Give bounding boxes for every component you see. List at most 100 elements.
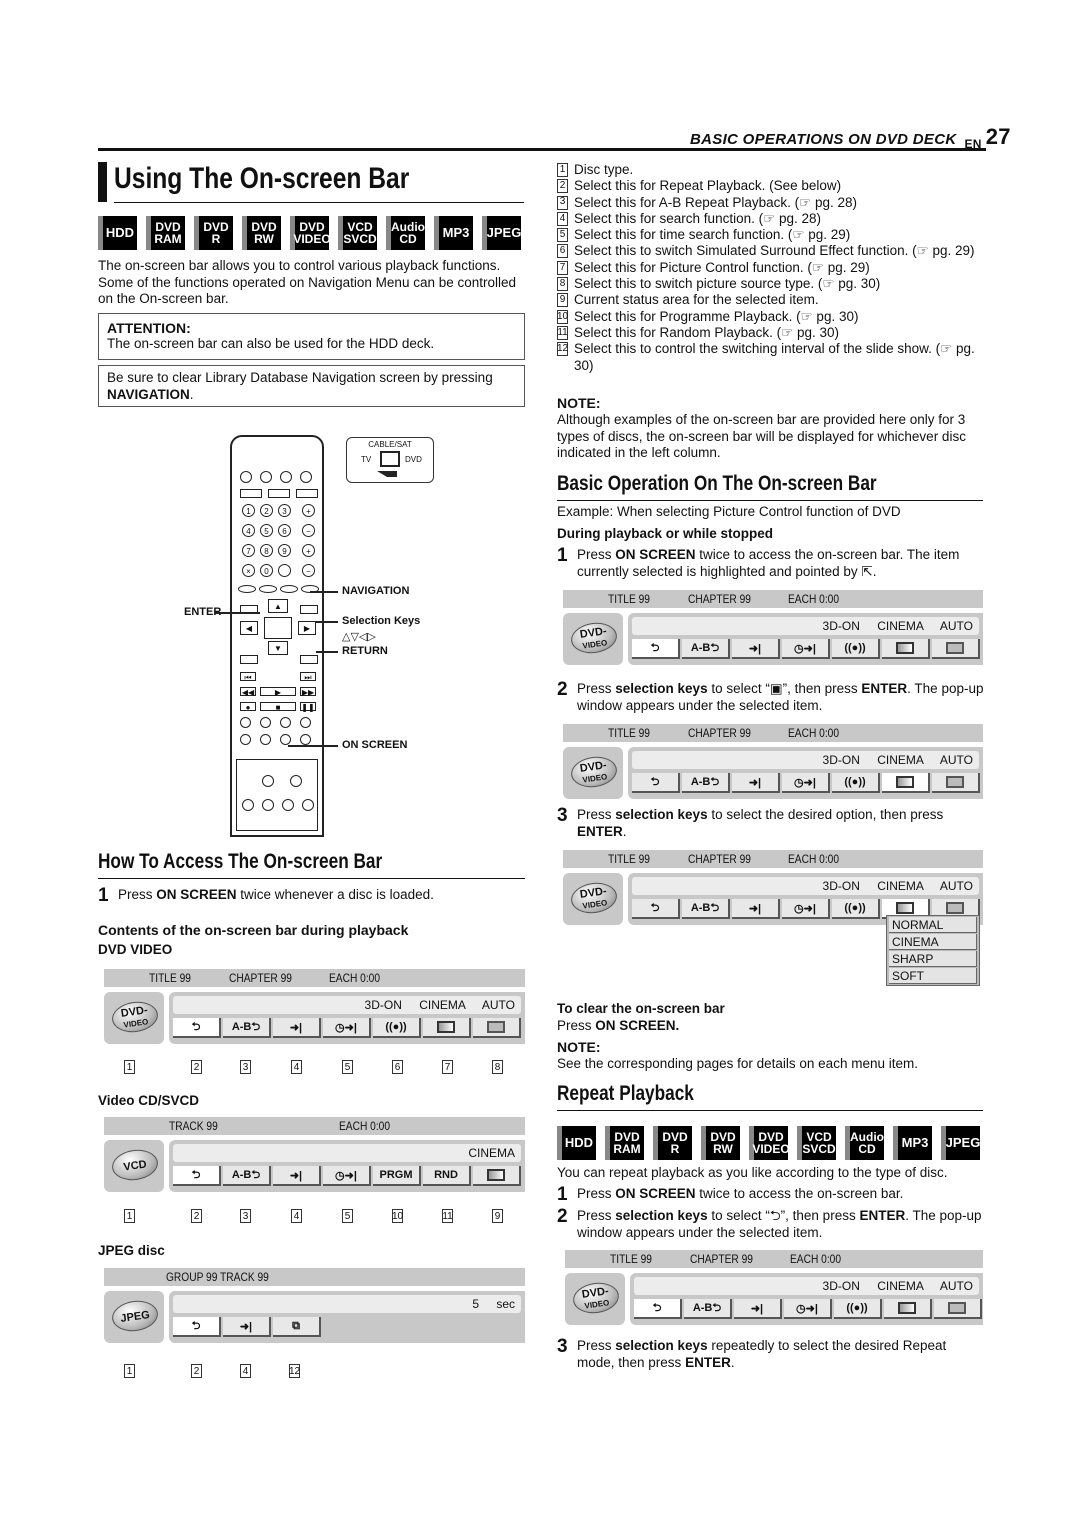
misc-button-2[interactable] (280, 717, 291, 728)
play-button[interactable]: ▶ (260, 687, 296, 697)
bar-button-search[interactable]: ➜| (273, 1018, 321, 1038)
left-key[interactable]: ◀ (240, 621, 258, 635)
lid-button-row-3[interactable] (302, 799, 314, 811)
bar-button-a-b[interactable]: A-B⮌ (684, 1299, 732, 1319)
bar-button-a-b[interactable]: A-B⮌ (223, 1166, 271, 1186)
remote-button-color-0[interactable] (240, 489, 262, 498)
bar-button-surround[interactable]: ((●)) (373, 1018, 421, 1038)
bar-button-time-search[interactable]: ◷➜| (323, 1166, 371, 1186)
bar-button-repeat[interactable]: ⮌ (634, 1299, 682, 1319)
bar-button-source[interactable] (934, 1299, 982, 1319)
volume-button-2[interactable]: + (302, 544, 315, 557)
bar-button-search[interactable]: ➜| (223, 1317, 271, 1337)
bar-button-time-search[interactable]: ◷➜| (782, 773, 830, 793)
misc-button-1[interactable] (260, 717, 271, 728)
remote-button-left2[interactable] (240, 655, 258, 664)
bar-button-search[interactable]: ➜| (732, 899, 780, 919)
rec-button[interactable]: ● (240, 702, 256, 712)
lid-button-1[interactable] (290, 775, 302, 787)
remote-button-top-3[interactable] (300, 471, 312, 483)
lid-button-row-2[interactable] (282, 799, 294, 811)
return-button[interactable] (300, 655, 318, 664)
bar-button-search[interactable]: ➜| (273, 1166, 321, 1186)
bar-button-a-b[interactable]: A-B⮌ (682, 899, 730, 919)
onscreen-row-0[interactable] (240, 734, 251, 745)
down-key[interactable]: ▼ (268, 641, 288, 655)
bar-button-slideshow[interactable]: ⧉ (273, 1317, 321, 1337)
remote-button-color-2[interactable] (296, 489, 318, 498)
volume-button-1[interactable]: − (302, 524, 315, 537)
popup-option-cinema[interactable]: CINEMA (889, 934, 977, 950)
stop-button[interactable]: ■ (260, 702, 296, 712)
bar-button-picture[interactable] (882, 773, 930, 793)
volume-button-3[interactable]: − (302, 564, 315, 577)
keypad-4[interactable]: 4 (242, 524, 255, 537)
remote-button-top-2[interactable] (280, 471, 292, 483)
up-key[interactable]: ▲ (268, 599, 288, 613)
bar-button-repeat[interactable]: ⮌ (632, 773, 680, 793)
bar-button-surround[interactable]: ((●)) (834, 1299, 882, 1319)
bar-button-surround[interactable]: ((●)) (832, 639, 880, 659)
bar-button-surround[interactable]: ((●)) (832, 773, 880, 793)
bar-button-time-search[interactable]: ◷➜| (784, 1299, 832, 1319)
keypad-8[interactable]: 8 (260, 544, 273, 557)
bar-button-a-b[interactable]: A-B⮌ (682, 639, 730, 659)
bar-button-search[interactable]: ➜| (732, 639, 780, 659)
bar-button-surround[interactable]: ((●)) (832, 899, 880, 919)
rew-button[interactable]: ◀◀ (240, 687, 256, 697)
lid-button-row-0[interactable] (242, 799, 254, 811)
bar-button-repeat[interactable]: ⮌ (173, 1317, 221, 1337)
lid-button-0[interactable] (262, 775, 274, 787)
bar-button-a-b[interactable]: A-B⮌ (223, 1018, 271, 1038)
bar-button-source[interactable] (473, 1018, 521, 1038)
bar-button-repeat[interactable]: ⮌ (173, 1166, 221, 1186)
misc-button-3[interactable] (300, 717, 311, 728)
bar-button-picture[interactable] (884, 1299, 932, 1319)
bar-button-a-b[interactable]: A-B⮌ (682, 773, 730, 793)
ff-button[interactable]: ▶▶ (300, 687, 316, 697)
navigation-button[interactable] (300, 605, 318, 614)
bar-button-time-search[interactable]: ◷➜| (782, 899, 830, 919)
next-button[interactable]: ⏭ (300, 672, 316, 682)
remote-button-color-1[interactable] (268, 489, 290, 498)
function-button-2[interactable] (280, 585, 298, 593)
function-button-1[interactable] (259, 585, 277, 593)
right-key[interactable]: ▶ (298, 621, 316, 635)
bar-button-repeat[interactable]: ⮌ (632, 899, 680, 919)
bar-button-time-search[interactable]: ◷➜| (323, 1018, 371, 1038)
bar-button-rnd[interactable]: RND (423, 1166, 471, 1186)
keypad-blank[interactable] (278, 564, 291, 577)
lid-button-row-1[interactable] (262, 799, 274, 811)
bar-button-repeat[interactable]: ⮌ (173, 1018, 221, 1038)
keypad-9[interactable]: 9 (278, 544, 291, 557)
keypad-2[interactable]: 2 (260, 504, 273, 517)
onscreen-row-2[interactable] (280, 734, 291, 745)
remote-button-top-0[interactable] (240, 471, 252, 483)
keypad-0[interactable]: 0 (260, 564, 273, 577)
keypad-7[interactable]: 7 (242, 544, 255, 557)
keypad-6[interactable]: 6 (278, 524, 291, 537)
bar-button-prgm[interactable]: PRGM (373, 1166, 421, 1186)
volume-button-0[interactable]: + (302, 504, 315, 517)
keypad-1[interactable]: 1 (242, 504, 255, 517)
popup-option-sharp[interactable]: SHARP (889, 951, 977, 967)
bar-button-picture[interactable] (882, 639, 930, 659)
onscreen-row-3[interactable] (300, 734, 311, 745)
keypad-3[interactable]: 3 (278, 504, 291, 517)
enter-key[interactable] (264, 617, 292, 639)
remote-button-top-1[interactable] (260, 471, 272, 483)
popup-option-soft[interactable]: SOFT (889, 968, 977, 984)
bar-button-source[interactable] (932, 773, 980, 793)
bar-button-picture[interactable] (473, 1166, 521, 1186)
function-button-0[interactable] (238, 585, 256, 593)
bar-button-search[interactable]: ➜| (732, 773, 780, 793)
bar-button-repeat[interactable]: ⮌ (632, 639, 680, 659)
bar-button-source[interactable] (932, 639, 980, 659)
prev-button[interactable]: ⏮ (240, 672, 256, 682)
misc-button-0[interactable] (240, 717, 251, 728)
keypad-×[interactable]: × (242, 564, 255, 577)
keypad-5[interactable]: 5 (260, 524, 273, 537)
bar-button-search[interactable]: ➜| (734, 1299, 782, 1319)
onscreen-row-1[interactable] (260, 734, 271, 745)
pause-button[interactable]: ❚❚ (300, 702, 316, 712)
